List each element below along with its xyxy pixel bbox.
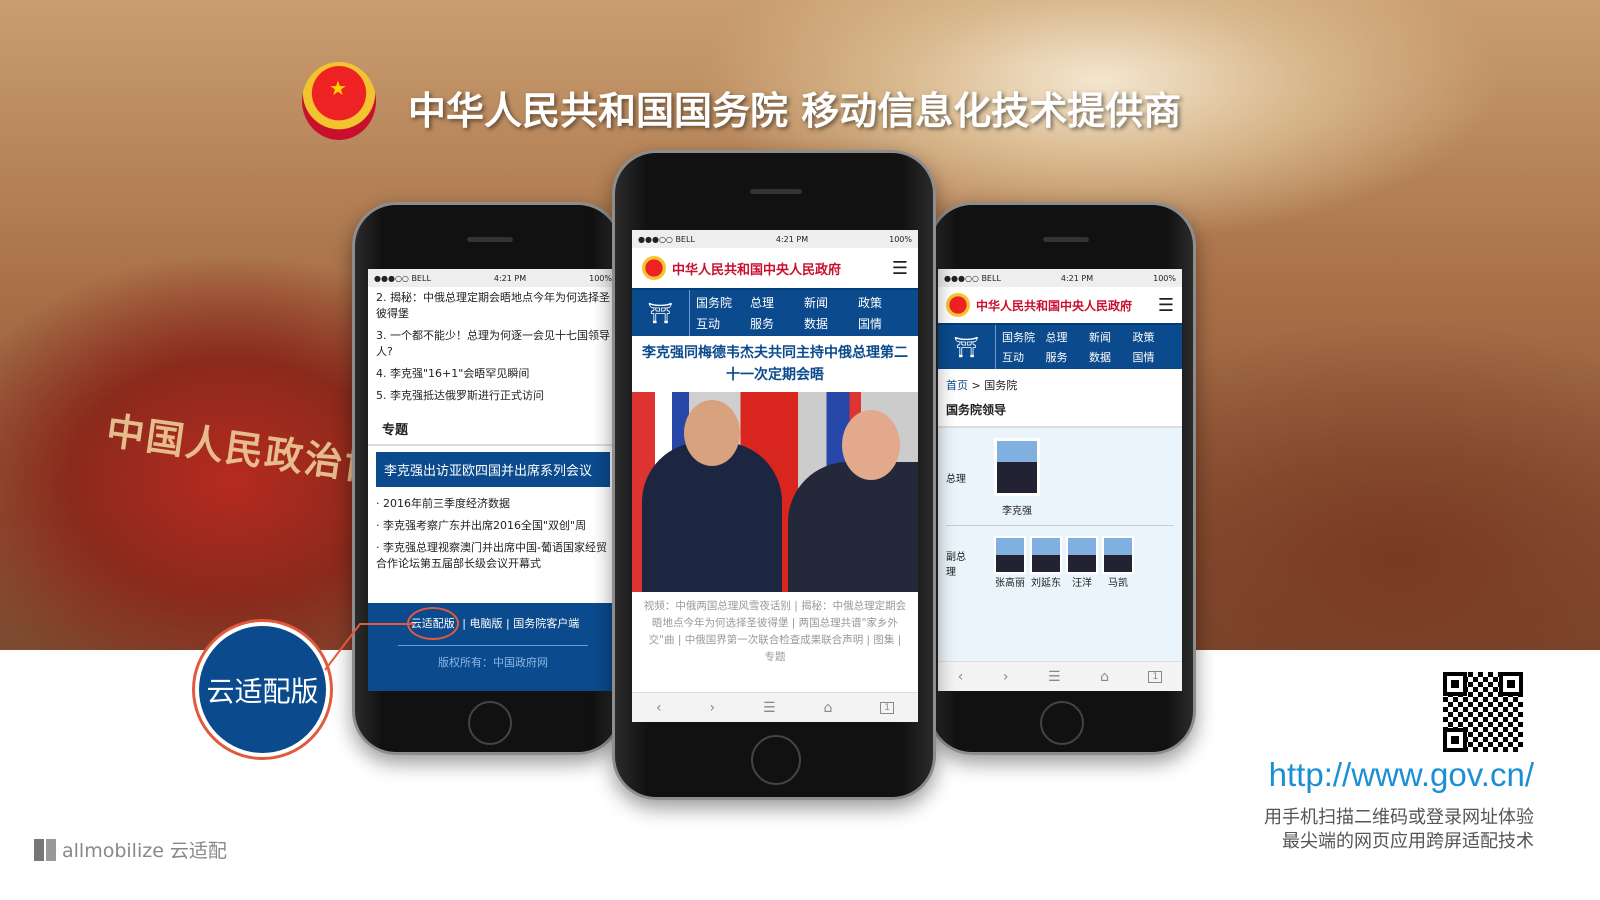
news-item[interactable]: 3. 一个都不能少！总理为何逐一会见十七国领导人? (368, 325, 618, 363)
related-links[interactable]: 视频：中俄两国总理风雪夜话别 | 揭秘：中俄总理定期会晤地点今年为何选择圣彼得堡… (632, 592, 918, 672)
home-button[interactable] (751, 735, 801, 785)
nav-item[interactable]: 数据 (1089, 349, 1133, 365)
center-phone-screen: ●●●○○ BELL 4:21 PM 100% 中华人民共和国中央人民政府 ☰ ⛩ 国… (632, 230, 918, 722)
nav-item[interactable]: 政策 (1133, 329, 1177, 345)
tiananmen-icon: ⛩ (632, 290, 690, 336)
tabs-icon[interactable]: 1 (1148, 670, 1163, 683)
browser-toolbar: ‹ › ☰ ⌂ 1 (632, 692, 918, 722)
nav-item[interactable]: 服务 (750, 315, 804, 332)
right-phone: ●●●○○ BELL 4:21 PM 100% 中华人民共和国中央人民政府 ☰ ⛩ 国… (928, 202, 1196, 755)
menu-icon[interactable]: ☰ (1158, 295, 1174, 316)
link-client[interactable]: 国务院客户端 (513, 617, 579, 630)
home-button[interactable] (1040, 701, 1084, 745)
nav-item[interactable]: 新闻 (1089, 329, 1133, 345)
site-url[interactable]: http://www.gov.cn/ (1269, 756, 1534, 794)
gov-emblem-icon (946, 293, 970, 317)
tabs-icon[interactable]: 1 (880, 701, 894, 714)
forward-icon[interactable]: › (1003, 669, 1009, 685)
nav-item[interactable]: 互动 (1002, 349, 1046, 365)
leader-photo[interactable] (1102, 536, 1134, 574)
center-phone: ●●●○○ BELL 4:21 PM 100% 中华人民共和国中央人民政府 ☰ ⛩ 国… (612, 150, 936, 800)
nav-item[interactable]: 总理 (1046, 329, 1090, 345)
back-icon[interactable]: ‹ (958, 669, 964, 685)
nav-item[interactable]: 数据 (804, 315, 858, 332)
breadcrumb: 首页 > 国务院 (946, 379, 1018, 392)
logo-icon (34, 838, 56, 861)
tagline: 用手机扫描二维码或登录网址体验 最尖端的网页应用跨屏适配技术 (1264, 807, 1534, 852)
gov-emblem-icon (642, 256, 666, 280)
menu-icon[interactable]: ☰ (1048, 669, 1061, 685)
national-emblem-icon: ★ (302, 62, 376, 140)
news-item[interactable]: 4. 李克强"16+1"会晤罕见瞬间 (368, 363, 618, 385)
section-title: 专题 (368, 407, 618, 446)
topic-banner[interactable]: 李克强出访亚欧四国并出席系列会议 (376, 452, 610, 487)
leader-photo[interactable] (1066, 536, 1098, 574)
topic-item[interactable]: · 李克强考察广东并出席2016全国"双创"周 (368, 515, 618, 537)
headline: 中华人民共和国国务院 移动信息化技术提供商 (408, 89, 1182, 133)
nav-item[interactable]: 互动 (696, 315, 750, 332)
nav-item[interactable]: 新闻 (804, 294, 858, 311)
qr-code (1443, 672, 1523, 752)
lead-headline[interactable]: 李克强同梅德韦杰夫共同主持中俄总理第二十一次定期会晤 (632, 336, 918, 392)
right-phone-screen: ●●●○○ BELL 4:21 PM 100% 中华人民共和国中央人民政府 ☰ ⛩ 国… (938, 269, 1182, 691)
menu-icon[interactable]: ☰ (892, 258, 908, 279)
nav-item[interactable]: 国务院 (696, 294, 750, 311)
nav-item[interactable]: 国务院 (1002, 329, 1046, 345)
leader-photo[interactable] (994, 536, 1026, 574)
nav-item[interactable]: 总理 (750, 294, 804, 311)
nav-item[interactable]: 政策 (858, 294, 912, 311)
tiananmen-icon: ⛩ (938, 325, 996, 369)
home-icon[interactable]: ⌂ (823, 700, 832, 716)
leader-photo[interactable] (994, 438, 1040, 496)
home-icon[interactable]: ⌂ (1100, 669, 1109, 685)
home-button[interactable] (468, 701, 512, 745)
back-icon[interactable]: ‹ (656, 700, 662, 716)
nav-item[interactable]: 国情 (858, 315, 912, 332)
browser-toolbar: ‹ › ☰ ⌂ 1 (938, 661, 1182, 691)
news-photo[interactable] (632, 392, 918, 592)
leader-photo[interactable] (1030, 536, 1062, 574)
callout-badge: 云适配版 (195, 622, 330, 757)
news-item[interactable]: 5. 李克强抵达俄罗斯进行正式访问 (368, 385, 618, 407)
callout-connector (324, 623, 415, 671)
link-desktop[interactable]: 电脑版 (470, 617, 503, 630)
topic-item[interactable]: · 李克强总理视察澳门并出席中国-葡语国家经贸合作论坛第五届部长级会议开幕式 (368, 537, 618, 575)
section-title: 国务院领导 (938, 397, 1182, 428)
site-nav: ⛩ 国务院 总理 新闻 政策 互动 服务 数据 国情 (938, 325, 1182, 369)
forward-icon[interactable]: › (709, 700, 715, 716)
nav-item[interactable]: 国情 (1133, 349, 1177, 365)
topic-item[interactable]: · 2016年前三季度经济数据 (368, 493, 618, 515)
menu-icon[interactable]: ☰ (763, 700, 776, 716)
news-item[interactable]: 2. 揭秘：中俄总理定期会晤地点今年为何选择圣彼得堡 (368, 287, 618, 325)
nav-item[interactable]: 服务 (1046, 349, 1090, 365)
allmobilize-logo: allmobilize 云适配 (34, 836, 227, 863)
site-nav: ⛩ 国务院 总理 新闻 政策 互动 服务 数据 国情 (632, 290, 918, 336)
